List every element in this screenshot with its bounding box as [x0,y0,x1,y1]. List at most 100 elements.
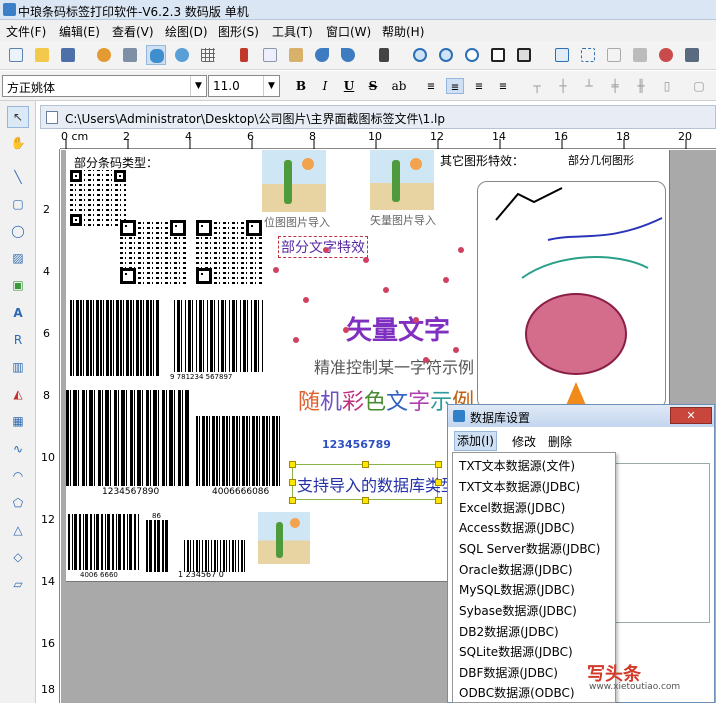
zoom-actual-icon[interactable] [514,45,534,65]
picture-icon[interactable]: ▣ [7,274,29,296]
diamond-icon[interactable]: ◇ [7,546,29,568]
barcode-addon[interactable] [146,520,168,572]
undo-icon[interactable] [312,45,332,65]
db-types-textbox[interactable]: 支持导入的数据库类型 [292,464,457,500]
menu-shape[interactable]: 图形(S) [218,23,259,40]
menu-view[interactable]: 查看(V) [112,23,154,40]
qr-icon[interactable]: ▦ [7,410,29,432]
small-image[interactable] [258,512,310,564]
zoom-page-icon[interactable] [488,45,508,65]
pointer-icon[interactable]: ↖ [7,106,29,128]
triangle-icon[interactable]: △ [7,519,29,541]
menu-item-sqlserver[interactable]: SQL Server数据源(JDBC) [459,540,600,557]
align-left-icon[interactable]: ≡ [422,78,440,94]
delete-menu[interactable]: 删除 [548,433,572,450]
zoom-out-icon[interactable] [436,45,456,65]
menu-item-mysql[interactable]: MySQL数据源(JDBC) [459,581,575,598]
underline-button[interactable]: U [340,78,358,94]
curve-icon[interactable]: ∿ [7,438,29,460]
new-button[interactable] [6,45,26,65]
settings-button[interactable] [94,45,114,65]
add-menu[interactable]: 添加(I) [454,431,497,451]
align-justify-icon[interactable]: ≡ [494,78,512,94]
digits-sample[interactable]: 123456789 [322,438,391,451]
barcode-upce[interactable] [184,540,246,572]
char-spacing-icon[interactable]: ab [390,78,408,94]
text-icon[interactable]: A [7,302,29,324]
font-size-select[interactable]: 11.0 ▼ [208,75,280,97]
geometry-shapes-panel[interactable] [477,181,666,410]
arc-icon[interactable]: ◠ [7,465,29,487]
print-icon[interactable] [682,45,702,65]
menu-item-odbc[interactable]: ODBC数据源(ODBC) [459,684,575,701]
menu-item-db2[interactable]: DB2数据源(JDBC) [459,623,559,640]
data-import-button[interactable] [172,45,192,65]
align-bottom-icon[interactable]: ┴ [580,78,598,94]
zoom-in-icon[interactable] [410,45,430,65]
delete-icon[interactable] [374,45,394,65]
align-top-icon[interactable]: ┬ [528,78,546,94]
open-button[interactable] [32,45,52,65]
barcode-isbn[interactable] [174,300,264,372]
database-button[interactable] [146,45,166,65]
selection-handle[interactable] [362,461,369,468]
barcode-icon[interactable]: ▥ [7,356,29,378]
menu-draw[interactable]: 绘图(D) [165,23,208,40]
lock-icon[interactable] [630,45,650,65]
menu-tools[interactable]: 工具(T) [272,23,313,40]
paste-icon[interactable] [286,45,306,65]
barcode-code128[interactable] [66,390,190,486]
barcode-ean8[interactable] [68,514,140,570]
menu-item-oracle[interactable]: Oracle数据源(JDBC) [459,561,573,578]
rich-text-icon[interactable]: R [7,329,29,351]
barcode-pdf417[interactable] [70,300,160,376]
ellipse-icon[interactable]: ◯ [7,220,29,242]
align-right-icon[interactable]: ≡ [470,78,488,94]
more-icon[interactable]: ▢ [690,78,708,94]
menu-edit[interactable]: 编辑(E) [59,23,100,40]
shape-icon[interactable]: ◭ [7,383,29,405]
line-icon[interactable]: ╲ [7,166,29,188]
bold-button[interactable]: B [292,78,310,94]
selection-handle[interactable] [362,497,369,504]
hand-icon[interactable]: ✋ [7,132,29,154]
font-family-select[interactable]: 方正姚体 ▼ [2,75,207,97]
selection-handle[interactable] [435,461,442,468]
bitmap-image[interactable] [262,150,326,212]
distribute-v-icon[interactable]: ╫ [632,78,650,94]
strikethrough-button[interactable]: S [364,78,382,94]
menu-item-txt-jdbc[interactable]: TXT文本数据源(JDBC) [459,478,580,495]
save-button[interactable] [58,45,78,65]
menu-item-sqlite[interactable]: SQLite数据源(JDBC) [459,643,573,660]
dialog-title-bar[interactable]: 数据库设置 ✕ [448,405,714,427]
menu-window[interactable]: 窗口(W) [326,23,371,40]
barcode-code39[interactable] [196,416,282,486]
close-button[interactable]: ✕ [670,407,712,424]
vector-image[interactable] [370,150,434,210]
grid-button[interactable] [198,45,218,65]
same-size-icon[interactable]: ▯ [658,78,676,94]
selection-handle[interactable] [289,479,296,486]
redo-icon[interactable] [338,45,358,65]
selection-handle[interactable] [435,497,442,504]
menu-help[interactable]: 帮助(H) [382,23,424,40]
group-icon[interactable] [552,45,572,65]
distribute-h-icon[interactable]: ╪ [606,78,624,94]
datasource-list[interactable] [612,463,710,623]
selection-handle[interactable] [289,497,296,504]
rectangle-icon[interactable]: ▢ [7,193,29,215]
zoom-fit-icon[interactable] [462,45,482,65]
italic-button[interactable]: I [316,78,334,94]
image-icon[interactable]: ▨ [7,247,29,269]
selection-handle[interactable] [289,461,296,468]
edit-menu[interactable]: 修改 [512,433,536,450]
polygon-icon[interactable]: ⬠ [7,492,29,514]
menu-item-txt-file[interactable]: TXT文本数据源(文件) [459,457,575,474]
align-icon[interactable] [604,45,624,65]
menu-item-dbf[interactable]: DBF数据源(JDBC) [459,664,558,681]
preview-icon[interactable] [656,45,676,65]
menu-item-sybase[interactable]: Sybase数据源(JDBC) [459,602,577,619]
cut-icon[interactable] [234,45,254,65]
selection-handle[interactable] [435,479,442,486]
print-button[interactable] [120,45,140,65]
